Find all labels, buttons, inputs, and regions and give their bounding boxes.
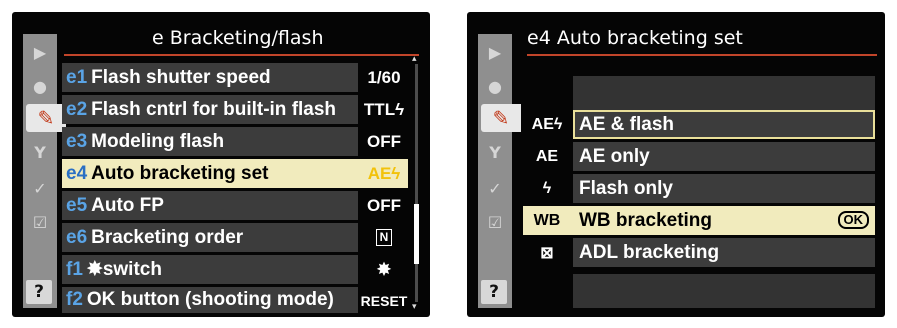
custom-settings-pencil-icon[interactable]: ✎ [26, 104, 66, 132]
playback-menu-icon[interactable]: ▶ [23, 38, 57, 66]
item-label: OK button (shooting mode) [86, 289, 334, 310]
item-value: N [362, 223, 406, 252]
menu-item-e3[interactable]: e3 Modeling flash [62, 127, 358, 156]
playback-menu-icon[interactable]: ▶ [478, 38, 512, 66]
custom-settings-pencil-icon[interactable]: ✎ [481, 104, 521, 132]
option-ae-only[interactable]: AE only [573, 142, 875, 171]
empty-area-top [573, 76, 875, 111]
item-value: ✸ [376, 259, 392, 279]
option-label: Flash only [579, 177, 673, 199]
scroll-thumb[interactable] [414, 204, 419, 264]
option-label: AE only [579, 145, 650, 167]
menu-title: e4 Auto bracketing set [527, 27, 743, 49]
my-menu-icon[interactable]: ☑ [23, 208, 57, 236]
item-code: e5 [66, 194, 88, 216]
menu-code: e [152, 27, 164, 49]
item-code: e3 [66, 130, 88, 152]
bracketing-flash-menu-screen: ▶ ● ✎ Y ✓ ☑ ? e Bracketing/flash e1 Flas… [12, 12, 430, 317]
setup-wrench-icon[interactable]: Y [23, 138, 57, 166]
menu-item-e6[interactable]: e6 Bracketing order [62, 223, 358, 252]
menu-tab-sidebar: ▶ ● ✎ Y ✓ ☑ ? [23, 34, 66, 308]
item-label: Auto bracketing set [91, 162, 269, 184]
help-icon[interactable]: ? [26, 280, 52, 304]
retouch-icon[interactable]: ✓ [23, 174, 57, 202]
normal-order-icon: N [375, 229, 393, 246]
item-label: Modeling flash [91, 130, 225, 152]
option-label: ADL bracketing [579, 241, 720, 263]
setup-wrench-icon[interactable]: Y [478, 138, 512, 166]
menu-item-e2[interactable]: e2 Flash cntrl for built-in flash [62, 95, 358, 124]
option-icon-wb: WB [533, 211, 561, 229]
menu-code: e4 [527, 27, 551, 49]
menu-item-f1[interactable]: f1 ✸switch [62, 255, 358, 284]
menu-title: e Bracketing/flash [152, 27, 324, 49]
item-value: RESET [360, 292, 408, 309]
item-label: Bracketing order [91, 226, 244, 248]
menu-item-e1[interactable]: e1 Flash shutter speed [62, 63, 358, 92]
option-icon-ae-only: AE [535, 147, 559, 165]
item-code: f1 [66, 258, 83, 280]
item-value: 1/60 [367, 67, 401, 87]
flash-icon: ϟ [542, 179, 552, 197]
scrollbar[interactable]: ▴ ▾ [412, 54, 419, 312]
item-code: e4 [66, 162, 88, 184]
retouch-icon[interactable]: ✓ [478, 174, 512, 202]
menu-item-e4-selected[interactable]: e4 Auto bracketing set [62, 159, 408, 188]
item-code: f2 [66, 289, 83, 310]
menu-tab-sidebar: ▶ ● ✎ Y ✓ ☑ ? [478, 34, 521, 308]
empty-area-bottom [573, 274, 875, 308]
option-ae-flash[interactable]: AE & flash [573, 110, 875, 139]
shooting-menu-icon[interactable]: ● [23, 72, 57, 100]
item-label: Flash cntrl for built-in flash [91, 98, 337, 120]
auto-bracketing-set-screen: ▶ ● ✎ Y ✓ ☑ ? e4 Auto bracketing set AEϟ… [467, 12, 885, 317]
option-icon-ae-flash: AEϟ [531, 115, 563, 133]
option-adl-bracketing[interactable]: ADL bracketing [573, 238, 875, 267]
option-label: AE & flash [579, 113, 675, 135]
item-label: Flash shutter speed [91, 66, 271, 88]
ok-button-icon: OK [837, 211, 869, 229]
scroll-down-icon: ▾ [412, 302, 417, 312]
option-flash-only[interactable]: Flash only [573, 174, 875, 203]
item-code: e2 [66, 98, 88, 120]
item-label: Auto FP [91, 194, 164, 216]
help-icon[interactable]: ? [481, 280, 507, 304]
adl-icon: ⊠ [540, 244, 554, 262]
menu-item-e5[interactable]: e5 Auto FP [62, 191, 358, 220]
menu-title-text: Bracketing/flash [169, 27, 324, 49]
title-underline [527, 54, 877, 56]
title-underline [64, 54, 419, 56]
item-value: OFF [367, 131, 401, 151]
my-menu-icon[interactable]: ☑ [478, 208, 512, 236]
scroll-up-icon: ▴ [412, 54, 417, 64]
item-value: OFF [367, 195, 401, 215]
item-label: ✸switch [86, 259, 162, 280]
option-label: WB bracketing [579, 209, 713, 231]
item-code: e6 [66, 226, 88, 248]
item-value: AEϟ [367, 163, 401, 183]
menu-title-text: Auto bracketing set [556, 27, 743, 49]
menu-item-f2[interactable]: f2 OK button (shooting mode) [62, 287, 358, 313]
shooting-menu-icon[interactable]: ● [478, 72, 512, 100]
item-code: e1 [66, 66, 88, 88]
item-value: TTLϟ [363, 99, 405, 119]
option-wb-bracketing[interactable]: WB bracketing OK [573, 206, 875, 235]
